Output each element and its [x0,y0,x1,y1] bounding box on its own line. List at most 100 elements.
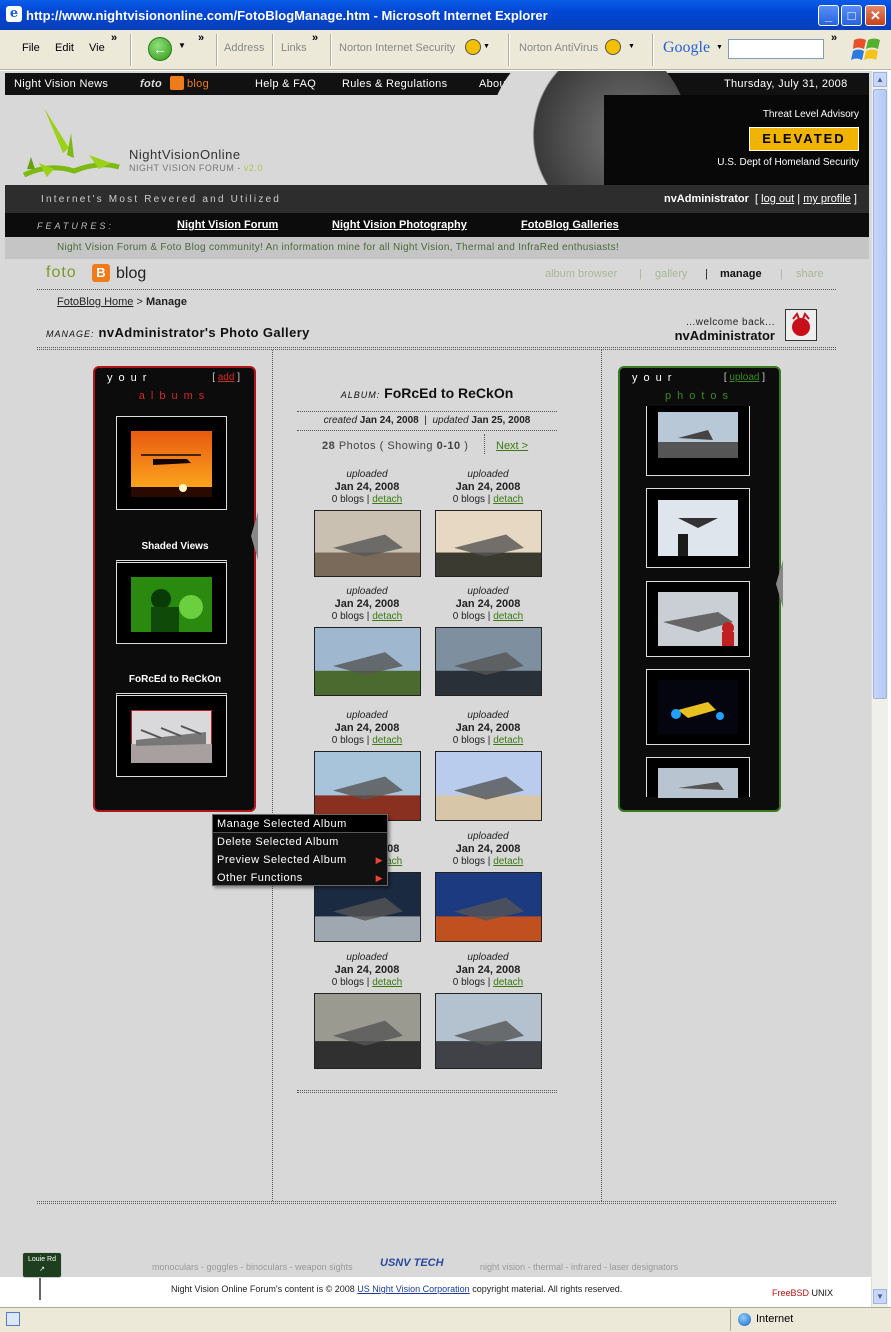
feature-night-vision-forum[interactable]: Night Vision Forum [177,219,278,231]
avatar[interactable] [785,309,817,341]
album-thumb[interactable] [116,416,227,510]
close-button[interactable]: ✕ [865,5,886,26]
tab-gallery[interactable]: gallery [655,268,687,280]
copyright-link[interactable]: US Night Vision Corporation [357,1284,469,1294]
menu-preview-selected-album[interactable]: Preview Selected Album ▶ [213,851,387,869]
freebsd-logo: FreeBSD UNIX [772,1288,834,1298]
breadcrumb-home[interactable]: FotoBlog Home [57,296,133,308]
page-title: MANAGE: nvAdministrator's Photo Gallery [46,325,310,340]
album-photo[interactable] [435,751,542,821]
dropdown-icon[interactable]: ▼ [716,44,723,51]
windows-logo-icon [851,38,880,60]
photo-thumb[interactable] [646,669,750,745]
album-photo[interactable] [314,510,421,577]
site-name: NightVisionOnline [129,147,241,162]
album-photo[interactable] [435,993,542,1069]
nav-rules[interactable]: Rules & Regulations [342,78,447,90]
next-page-link[interactable]: Next > [496,440,528,452]
address-label[interactable]: Address [224,42,264,54]
norton-globe-icon[interactable] [465,39,481,55]
blogger-icon: B [92,264,110,282]
photo-thumb[interactable] [646,488,750,568]
album-label: ALBUM: [340,390,381,400]
detach-link[interactable]: detach [372,977,402,988]
links-label[interactable]: Links [281,42,307,54]
menu-edit[interactable]: Edit [55,42,74,54]
album-photo[interactable] [314,751,421,821]
site-forum-label: NIGHT VISION FORUM - v2.0 [129,163,263,173]
back-arrow-icon[interactable]: ← [148,37,172,61]
column-divider [601,350,602,1201]
album-photo[interactable] [314,993,421,1069]
maximize-button[interactable]: □ [841,5,862,26]
detach-link[interactable]: detach [372,494,402,505]
google-logo[interactable]: Google [663,39,710,57]
photo-thumb[interactable] [646,757,750,798]
add-album-link[interactable]: add [218,372,235,383]
album-photo[interactable] [435,627,542,696]
detach-link[interactable]: detach [372,611,402,622]
profile-link[interactable]: my profile [803,193,851,205]
panel-scroll-arrow-icon[interactable] [776,560,783,608]
nav-help-faq[interactable]: Help & FAQ [255,78,316,90]
feature-night-vision-photography[interactable]: Night Vision Photography [332,219,467,231]
detach-link[interactable]: detach [493,494,523,505]
dropdown-icon[interactable]: ▼ [483,43,490,50]
menu-delete-selected-album[interactable]: Delete Selected Album [213,833,387,851]
google-search-input[interactable] [728,39,824,59]
minimize-button[interactable]: _ [818,5,839,26]
album-photo[interactable] [314,627,421,696]
norton-antivirus[interactable]: Norton AntiVirus [519,42,598,54]
upload-photo-link[interactable]: upload [729,372,759,383]
menu-file[interactable]: File [22,42,40,54]
tab-manage[interactable]: manage [720,268,762,280]
divider [297,1092,557,1093]
chevron-icon[interactable]: » [198,32,204,44]
photo-thumb[interactable] [646,581,750,657]
menu-view[interactable]: Vie [89,42,105,54]
panel-scroll-arrow-icon[interactable] [251,512,258,560]
footer-links-left: monoculars - goggles - binoculars - weap… [152,1262,353,1272]
album-thumb-selected[interactable] [116,693,227,777]
logout-link[interactable]: log out [761,193,794,205]
album-title-forced-to-reckon: FoRcEd to ReCkOn [128,674,222,685]
nav-fotoblog-foto[interactable]: foto [140,78,162,90]
divider [297,411,557,412]
back-dropdown-icon[interactable]: ▼ [178,41,186,50]
dropdown-icon[interactable]: ▼ [628,43,635,50]
photo-thumb[interactable] [646,406,750,476]
detach-link[interactable]: detach [493,735,523,746]
vertical-scrollbar[interactable]: ▲ ▼ [871,71,888,1307]
detach-link[interactable]: detach [493,977,523,988]
norton-internet-security[interactable]: Norton Internet Security [339,42,455,54]
road-sign-icon: Louie Rd ↗ [22,1252,62,1278]
album-photo[interactable] [435,872,542,942]
album-thumb[interactable] [116,560,227,644]
photo-image [658,680,738,734]
current-date: Thursday, July 31, 2008 [724,78,848,90]
detach-link[interactable]: detach [493,856,523,867]
scroll-up-icon[interactable]: ▲ [873,72,887,87]
detach-link[interactable]: detach [493,611,523,622]
nav-fotoblog-blog[interactable]: blog [187,78,209,90]
album-dates: created Jan 24, 2008 | updated Jan 25, 2… [323,415,531,426]
scroll-thumb[interactable] [873,89,887,699]
fotoblog-logo-blog: blog [116,265,147,282]
chevron-icon[interactable]: » [831,32,837,44]
menu-other-functions[interactable]: Other Functions ▶ [213,869,387,887]
album-image [131,710,212,763]
detach-link[interactable]: detach [372,735,402,746]
scroll-down-icon[interactable]: ▼ [873,1289,887,1304]
chevron-icon[interactable]: » [312,32,318,44]
feature-fotoblog-galleries[interactable]: FotoBlog Galleries [521,219,619,231]
tab-share[interactable]: share [796,268,824,280]
photo-image [658,768,738,798]
norton-shield-icon[interactable] [605,39,621,55]
menu-manage-selected-album[interactable]: Manage Selected Album [213,815,387,833]
usnv-tech-logo[interactable]: USNV TECH [380,1257,444,1269]
album-photo[interactable] [435,510,542,577]
tab-album-browser[interactable]: album browser [545,268,617,280]
features-bar: FEATURES: Night Vision Forum Night Visio… [5,213,869,237]
chevron-icon[interactable]: » [111,32,117,44]
nav-night-vision-news[interactable]: Night Vision News [14,78,108,90]
